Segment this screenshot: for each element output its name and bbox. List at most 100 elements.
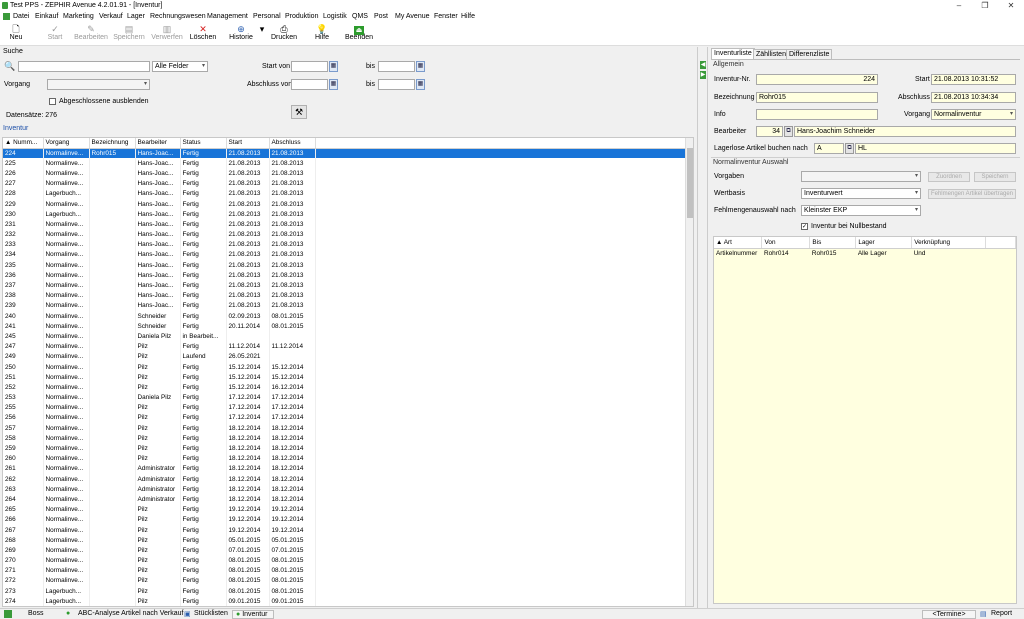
- menu-datei[interactable]: Datei: [13, 13, 29, 20]
- table-row[interactable]: 261 Normalinve... Administrator Fertig 18.12…: [3, 463, 688, 474]
- table-row[interactable]: 241 Normalinve... Schneider Fertig 20.11.201…: [3, 321, 688, 332]
- table-row[interactable]: 268 Normalinve... Pilz Fertig 05.01.2015 05.0…: [3, 535, 688, 546]
- menu-produktion[interactable]: Produktion: [285, 13, 318, 20]
- table-row[interactable]: 237 Normalinve... Hans-Joac... Fertig 21.08.…: [3, 280, 688, 291]
- vorgaben-select[interactable]: ▾: [801, 171, 921, 182]
- vorgang-select[interactable]: Normalinventur ▾: [931, 109, 1016, 120]
- assign-button[interactable]: Zuordnen: [928, 172, 970, 182]
- transfer-missing-button[interactable]: Fehlmengen Artikel übertragen: [928, 189, 1016, 199]
- help-button[interactable]: 💡 Hilfe: [312, 24, 332, 41]
- edit-button[interactable]: ✎ Bearbeiten: [73, 24, 109, 41]
- search-input[interactable]: [18, 61, 150, 72]
- panel-splitter[interactable]: ◀ ▶: [697, 47, 708, 608]
- table-row[interactable]: Artikelnummer Rohr014 Rohr015 Alle Lager Und: [714, 248, 1016, 259]
- column-header[interactable]: ▲ Numm...: [3, 138, 44, 149]
- column-header[interactable]: Status: [180, 138, 227, 149]
- nullbestand-checkbox[interactable]: ✓: [801, 223, 808, 230]
- window-tab-stuecklisten[interactable]: Stücklisten: [194, 610, 228, 617]
- save-button[interactable]: ▤ Speichern: [112, 24, 146, 41]
- wertbasis-select[interactable]: Inventurwert ▾: [801, 188, 921, 199]
- table-row[interactable]: 256 Normalinve... Pilz Fertig 17.12.2014 17.1…: [3, 412, 688, 424]
- table-row[interactable]: 227 Normalinve... Hans-Joac... Fertig 21.08.…: [3, 178, 688, 189]
- tab-zaehllisten[interactable]: Zähllisten: [753, 49, 789, 59]
- table-row[interactable]: 267 Normalinve... Pilz Fertig 19.12.2014 19.1…: [3, 524, 688, 536]
- calendar-icon[interactable]: ▦: [329, 61, 338, 72]
- collapse-left-icon[interactable]: ◀: [700, 61, 706, 69]
- window-tab-inventur[interactable]: ● Inventur: [232, 610, 274, 619]
- table-row[interactable]: 258 Normalinve... Pilz Fertig 18.12.2014 18.1…: [3, 433, 688, 444]
- lookup-icon[interactable]: ⧉: [845, 143, 854, 154]
- column-header[interactable]: Start: [226, 138, 270, 149]
- menu-verkauf[interactable]: Verkauf: [99, 13, 123, 20]
- discard-button[interactable]: ▥ Verwerfen: [150, 24, 184, 41]
- table-row[interactable]: 240 Normalinve... Schneider Fertig 02.09.201…: [3, 311, 688, 322]
- lookup-icon[interactable]: ⧉: [784, 126, 793, 137]
- table-row[interactable]: 232 Normalinve... Hans-Joac... Fertig 21.08.…: [3, 229, 688, 240]
- table-row[interactable]: 239 Normalinve... Hans-Joac... Fertig 21.08.…: [3, 300, 688, 311]
- processor-number-field[interactable]: 34: [756, 126, 783, 137]
- exit-button[interactable]: ⏏ Beenden: [343, 24, 375, 41]
- calendar-icon[interactable]: ▦: [416, 79, 425, 90]
- minimize-button[interactable]: –: [946, 0, 972, 12]
- table-row[interactable]: 236 Normalinve... Hans-Joac... Fertig 21.08.…: [3, 270, 688, 281]
- menu-lager[interactable]: Lager: [127, 13, 145, 20]
- start-to-field[interactable]: [378, 61, 415, 72]
- menu-qms[interactable]: QMS: [352, 13, 368, 20]
- close-window-button[interactable]: ✕: [998, 0, 1024, 12]
- table-row[interactable]: 234 Normalinve... Hans-Joac... Fertig 21.08.…: [3, 249, 688, 261]
- table-row[interactable]: 255 Normalinve... Pilz Fertig 17.12.2014 17.1…: [3, 402, 688, 413]
- table-row[interactable]: 229 Normalinve... Hans-Joac... Fertig 21.08.…: [3, 198, 688, 210]
- tab-differenzliste[interactable]: Differenzliste: [786, 49, 833, 59]
- new-button[interactable]: 🗋 Neu: [4, 24, 28, 41]
- calendar-icon[interactable]: ▦: [329, 79, 338, 90]
- column-header[interactable]: Vorgang: [43, 138, 90, 149]
- save-selection-button[interactable]: Speichern: [974, 172, 1016, 182]
- menu-my-avenue[interactable]: My Avenue: [395, 13, 430, 20]
- table-row[interactable]: 269 Normalinve... Pilz Fertig 07.01.2015 07.0…: [3, 545, 688, 556]
- table-row[interactable]: 233 Normalinve... Hans-Joac... Fertig 21.08.…: [3, 239, 688, 250]
- table-row[interactable]: 270 Normalinve... Pilz Fertig 08.01.2015 08.0…: [3, 555, 688, 566]
- menu-hilfe[interactable]: Hilfe: [461, 13, 475, 20]
- table-row[interactable]: 251 Normalinve... Pilz Fertig 15.12.2014 15.1…: [3, 372, 688, 383]
- table-row[interactable]: 257 Normalinve... Pilz Fertig 18.12.2014 18.1…: [3, 423, 688, 434]
- menu-logistik[interactable]: Logistik: [323, 13, 347, 20]
- history-button[interactable]: ⊕ Historie: [227, 24, 255, 41]
- table-row[interactable]: 250 Normalinve... Pilz Fertig 15.12.2014 15.1…: [3, 361, 688, 373]
- table-row[interactable]: 260 Normalinve... Pilz Fertig 18.12.2014 18.1…: [3, 453, 688, 464]
- column-header[interactable]: Bezeichnung: [89, 138, 136, 149]
- table-row[interactable]: 272 Normalinve... Pilz Fertig 08.01.2015 08.0…: [3, 575, 688, 587]
- search-scope-select[interactable]: Alle Felder ▾: [152, 61, 208, 72]
- description-field[interactable]: Rohr015: [756, 92, 878, 103]
- column-header[interactable]: Lager: [855, 237, 913, 249]
- table-row[interactable]: 265 Normalinve... Pilz Fertig 19.12.2014 19.1…: [3, 504, 688, 515]
- table-row[interactable]: 226 Normalinve... Hans-Joac... Fertig 21.08.…: [3, 168, 688, 179]
- table-row[interactable]: 249 Normalinve... Pilz Laufend 26.05.2021: [3, 351, 688, 362]
- appointments-button[interactable]: <Termine>: [922, 610, 976, 619]
- menu-personal[interactable]: Personal: [253, 13, 281, 20]
- close-from-field[interactable]: [291, 79, 328, 90]
- table-row[interactable]: 224 Normalinve... Rohr015 Hans-Joac... Ferti…: [3, 148, 688, 159]
- tab-inventurliste[interactable]: Inventurliste: [711, 48, 755, 59]
- menu-rechnungswesen[interactable]: Rechnungswesen: [150, 13, 206, 20]
- grid-vertical-scrollbar[interactable]: [685, 138, 693, 606]
- scrollbar-thumb[interactable]: [687, 148, 693, 218]
- table-row[interactable]: 253 Normalinve... Daniela Pilz Fertig 17.12.…: [3, 392, 688, 403]
- menu-einkauf[interactable]: Einkauf: [35, 13, 58, 20]
- table-row[interactable]: 230 Lagerbuch... Hans-Joac... Fertig 21.08.2…: [3, 209, 688, 220]
- fehlmengen-select[interactable]: Kleinster EKP ▾: [801, 205, 921, 216]
- expand-right-icon[interactable]: ▶: [700, 71, 706, 79]
- start-button[interactable]: ✓ Start: [42, 24, 68, 41]
- menu-post[interactable]: Post: [374, 13, 388, 20]
- table-row[interactable]: 238 Normalinve... Hans-Joac... Fertig 21.08.…: [3, 290, 688, 301]
- table-row[interactable]: 259 Normalinve... Pilz Fertig 18.12.2014 18.1…: [3, 443, 688, 454]
- hide-closed-checkbox[interactable]: [49, 98, 56, 105]
- inventory-number-field[interactable]: 224: [756, 74, 878, 85]
- vorgang-select[interactable]: ▾: [47, 79, 150, 90]
- table-row[interactable]: 271 Normalinve... Pilz Fertig 08.01.2015 08.0…: [3, 565, 688, 576]
- menu-management[interactable]: Management: [207, 13, 248, 20]
- table-row[interactable]: 266 Normalinve... Pilz Fertig 19.12.2014 19.1…: [3, 514, 688, 525]
- table-row[interactable]: 274 Lagerbuch... Pilz Fertig 09.01.2015 09.01…: [3, 596, 688, 606]
- column-header[interactable]: Bearbeiter: [135, 138, 181, 149]
- close-to-field[interactable]: [378, 79, 415, 90]
- app-menu-icon[interactable]: [3, 13, 10, 20]
